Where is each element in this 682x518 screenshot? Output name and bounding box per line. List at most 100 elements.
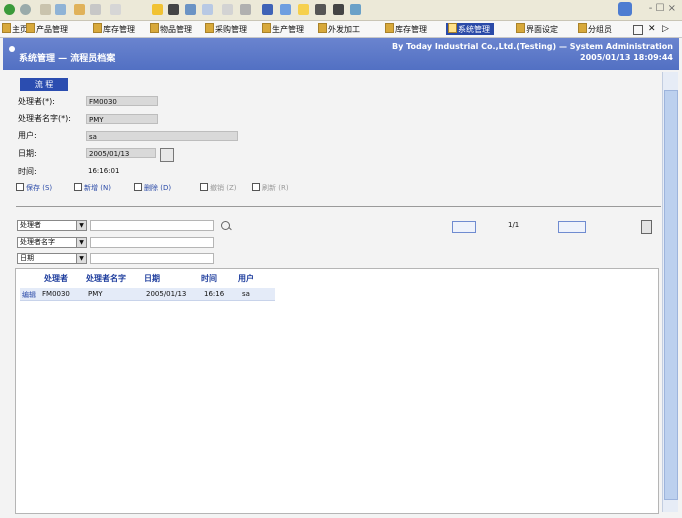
- column-header-handler[interactable]: 处理者: [44, 273, 68, 284]
- home-icon[interactable]: [40, 4, 51, 15]
- print-icon[interactable]: [152, 4, 163, 15]
- date-field[interactable]: 2005/01/13: [86, 148, 156, 158]
- page-title: 系统管理 — 流程员档案: [19, 54, 116, 64]
- menu-icon: [150, 23, 159, 33]
- app-icon: [618, 2, 632, 16]
- menu-item-ui-settings[interactable]: 界面设定: [516, 23, 558, 35]
- mail-icon[interactable]: [110, 4, 121, 15]
- refresh-button[interactable]: 刷新 (R): [252, 183, 289, 193]
- scrollbar-thumb[interactable]: [664, 90, 678, 500]
- divider: [16, 206, 661, 207]
- menu-icon: [318, 23, 327, 33]
- lock-icon[interactable]: [280, 4, 291, 15]
- back-icon[interactable]: [4, 4, 15, 15]
- menu-item-outsource[interactable]: 外发加工: [318, 23, 360, 35]
- menu-item-products[interactable]: 产品管理: [26, 23, 68, 35]
- handler-name-label: 处理者名字(*):: [18, 114, 71, 123]
- next-icon[interactable]: ▷: [662, 24, 669, 34]
- table-cell-name: PMY: [88, 290, 103, 298]
- chevron-down-icon: ▼: [76, 238, 86, 247]
- window-controls[interactable]: - ☐ ×: [649, 3, 676, 14]
- column-header-user[interactable]: 用户: [238, 273, 254, 284]
- tab-process[interactable]: 流 程: [20, 78, 68, 91]
- save-button[interactable]: 保存 (S): [16, 183, 52, 193]
- menu-item-purchase[interactable]: 采购管理: [205, 23, 247, 35]
- menu-item-home[interactable]: 主页: [2, 23, 28, 35]
- export-icon[interactable]: [641, 220, 652, 234]
- pager-next-button[interactable]: [558, 221, 586, 233]
- company-name: By Today Industrial Co.,Ltd.(Testing) — …: [392, 42, 673, 51]
- menu-item-goods[interactable]: 物品管理: [150, 23, 192, 35]
- menu-icon: [578, 23, 587, 33]
- handler-label: 处理者(*):: [18, 97, 55, 106]
- grid-icon[interactable]: [633, 25, 643, 35]
- menu-icon: [385, 23, 394, 33]
- module-menu: 主页 产品管理 库存管理 物品管理 采购管理 生产管理 外发加工 库存管理 系统…: [0, 21, 682, 38]
- edit-link[interactable]: 编辑: [22, 290, 36, 300]
- chevron-down-icon: ▼: [76, 254, 86, 263]
- menu-item-groups[interactable]: 分组员: [578, 23, 612, 35]
- save-icon: [16, 183, 24, 191]
- search-icon[interactable]: [221, 221, 230, 230]
- chevron-down-icon: ▼: [76, 221, 86, 230]
- undo-button[interactable]: 撤销 (Z): [200, 183, 236, 193]
- menu-icon: [262, 23, 271, 33]
- menu-icon: [516, 23, 525, 33]
- handler-name-field[interactable]: PMY: [86, 114, 158, 124]
- user-field[interactable]: sa: [86, 131, 238, 141]
- search-input-1[interactable]: [90, 220, 214, 231]
- calendar-icon[interactable]: [185, 4, 196, 15]
- undo-icon: [200, 183, 208, 191]
- table-cell-time: 16:16: [204, 290, 225, 298]
- menu-item-inventory[interactable]: 库存管理: [385, 23, 427, 35]
- date-label: 日期:: [18, 149, 37, 158]
- delete-icon: [134, 183, 142, 191]
- menu-icon: [2, 23, 11, 33]
- tools-icon[interactable]: [202, 4, 213, 15]
- new-button[interactable]: 新增 (N): [74, 183, 111, 193]
- column-header-date[interactable]: 日期: [144, 273, 160, 284]
- favorites-icon[interactable]: [74, 4, 85, 15]
- time-label: 时间:: [18, 167, 37, 176]
- table-cell-date: 2005/01/13: [146, 290, 187, 298]
- edit-icon[interactable]: [168, 4, 179, 15]
- pager-prev-button[interactable]: [452, 221, 476, 233]
- handler-field[interactable]: FM0030: [86, 96, 158, 106]
- help-icon[interactable]: [222, 4, 233, 15]
- window-icon[interactable]: [298, 4, 309, 15]
- forward-icon[interactable]: [20, 4, 31, 15]
- menu-item-stock[interactable]: 库存管理: [93, 23, 135, 35]
- scrollbar[interactable]: [662, 72, 678, 512]
- bullet-icon: [9, 46, 15, 52]
- search-field-select-2[interactable]: 处理者名字 ▼: [17, 237, 87, 248]
- browser-toolbar: - ☐ ×: [0, 0, 682, 21]
- company-info: By Today Industrial Co.,Ltd.(Testing) — …: [392, 41, 673, 63]
- grid-icon[interactable]: [350, 4, 361, 15]
- menu-item-system[interactable]: 系统管理: [446, 23, 494, 35]
- page-indicator: 1/1: [508, 221, 520, 229]
- refresh-icon: [252, 183, 260, 191]
- search-field-select-1[interactable]: 处理者 ▼: [17, 220, 87, 231]
- menu-icon: [448, 23, 457, 33]
- search-input-2[interactable]: [90, 237, 214, 248]
- user-icon[interactable]: [240, 4, 251, 15]
- delete-button[interactable]: 删除 (D): [134, 183, 171, 193]
- menu-icon: [93, 23, 102, 33]
- table-cell-handler: FM0030: [42, 290, 70, 298]
- search-input-3[interactable]: [90, 253, 214, 264]
- close-icon[interactable]: ✕: [648, 24, 656, 34]
- column-header-time[interactable]: 时间: [201, 273, 217, 284]
- user-label: 用户:: [18, 131, 37, 140]
- calendar-button[interactable]: [160, 148, 174, 162]
- column-header-handler-name[interactable]: 处理者名字: [86, 273, 126, 284]
- new-icon: [74, 183, 82, 191]
- grid-icon[interactable]: [315, 4, 326, 15]
- folder-icon[interactable]: [262, 4, 273, 15]
- menu-icon: [205, 23, 214, 33]
- time-value: 16:16:01: [88, 167, 120, 175]
- menu-item-production[interactable]: 生产管理: [262, 23, 304, 35]
- grid-icon[interactable]: [333, 4, 344, 15]
- history-icon[interactable]: [90, 4, 101, 15]
- search-field-select-3[interactable]: 日期 ▼: [17, 253, 87, 264]
- refresh-icon[interactable]: [55, 4, 66, 15]
